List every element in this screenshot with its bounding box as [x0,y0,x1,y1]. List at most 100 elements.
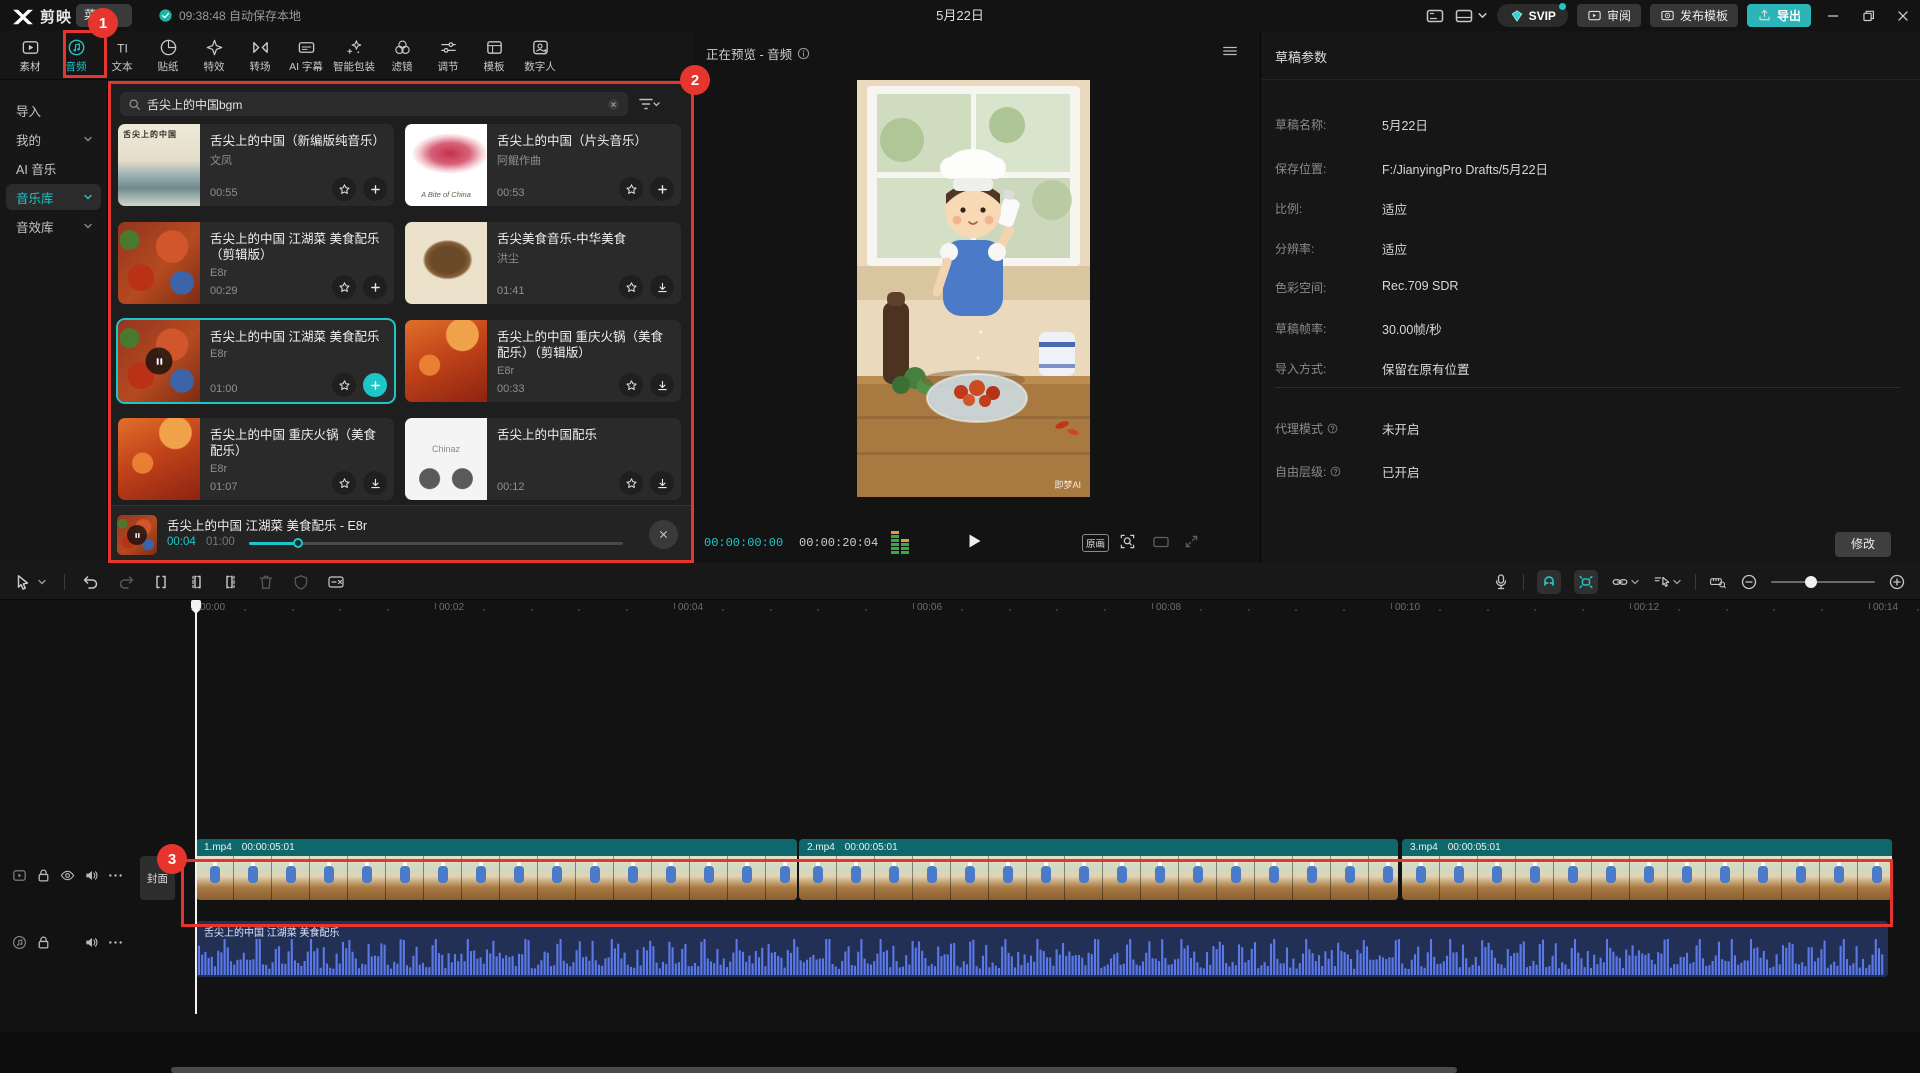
split-icon[interactable] [152,573,170,591]
sidebar-item[interactable]: 导入 [6,97,101,123]
playhead[interactable] [195,600,197,1014]
aspect-ratio-icon[interactable] [1152,535,1170,549]
music-card[interactable]: 舌尖上的中国舌尖上的中国（新编版纯音乐）文凤00:55 [118,124,394,206]
favorite-button[interactable] [332,177,356,201]
add-to-track-button[interactable] [363,373,387,397]
chevron-down-icon[interactable] [37,577,47,587]
mute-icon[interactable] [84,935,99,950]
video-clip[interactable]: 1.mp400:00:05:01 [196,839,797,900]
favorite-button[interactable] [619,177,643,201]
review-button[interactable]: 审阅 [1577,4,1641,27]
ribbon-tab-effects[interactable]: 特效 [192,33,236,79]
help-icon[interactable] [1327,423,1338,434]
more-icon[interactable] [108,935,123,950]
sidebar-item[interactable]: AI 音乐 [6,155,101,181]
player-progress-knob[interactable] [293,538,303,548]
mute-icon[interactable] [84,868,99,883]
search-clear-icon[interactable] [607,98,620,111]
preview-menu-icon[interactable] [1222,44,1238,58]
redo-icon[interactable] [117,573,135,591]
export-button[interactable]: 导出 [1747,4,1811,27]
music-card[interactable]: 舌尖上的中国 江湖菜 美食配乐E8r01:00 [118,320,394,402]
maximize-button[interactable] [1855,3,1881,29]
music-card[interactable]: 舌尖上的中国 江湖菜 美食配乐（剪辑版）E8r00:29 [118,222,394,304]
ribbon-tab-transition[interactable]: 转场 [238,33,282,79]
sidebar-item[interactable]: 我的 [6,126,101,152]
music-card[interactable]: A Bite of China舌尖上的中国（片头音乐）阿鲲作曲00:53 [405,124,681,206]
close-window-button[interactable] [1890,3,1916,29]
pause-icon[interactable] [146,348,173,375]
delete-icon[interactable] [257,573,275,591]
link-clips-icon[interactable] [1611,573,1629,591]
select-tool-icon[interactable] [14,573,32,591]
preview-focus-icon[interactable] [1119,533,1136,550]
download-button[interactable] [650,275,674,299]
horizontal-scrollbar[interactable] [171,1067,1457,1073]
player-progress-slider[interactable] [249,542,623,545]
timeline-zoom-slider[interactable] [1771,581,1875,583]
more-icon[interactable] [108,868,123,883]
favorite-button[interactable] [332,373,356,397]
search-input[interactable] [147,97,601,111]
download-button[interactable] [650,471,674,495]
lock-icon[interactable] [36,868,51,883]
zoom-in-icon[interactable] [1888,573,1906,591]
ribbon-tab-filter[interactable]: 滤镜 [380,33,424,79]
music-card[interactable]: Chinaz舌尖上的中国配乐00:12 [405,418,681,500]
add-to-track-button[interactable] [363,177,387,201]
sidebar-item[interactable]: 音乐库 [6,184,101,210]
linked-select-icon[interactable] [1653,573,1671,591]
record-voiceover-icon[interactable] [1492,573,1510,591]
pause-icon[interactable] [127,525,147,545]
ribbon-tab-text[interactable]: TI文本 [100,33,144,79]
fit-timeline-icon[interactable] [1709,573,1727,591]
modify-button[interactable]: 修改 [1835,532,1891,557]
ribbon-tab-avatar[interactable]: 数字人 [518,33,562,79]
chevron-down-icon[interactable] [1477,10,1488,21]
clear-caption-icon[interactable] [327,573,345,591]
chevron-down-icon[interactable] [1672,577,1682,587]
visibility-icon[interactable] [60,868,75,883]
favorite-button[interactable] [619,471,643,495]
chevron-down-icon[interactable] [1630,577,1640,587]
draft-tab[interactable]: 菜 [76,4,132,27]
music-card[interactable]: 舌尖美食音乐-中华美食洪尘01:41 [405,222,681,304]
video-clip[interactable]: 3.mp400:00:05:01 [1402,839,1892,900]
split-keep-right-icon[interactable] [222,573,240,591]
ribbon-tab-caption[interactable]: AI 字幕 [284,33,328,79]
video-clip[interactable]: 2.mp400:00:05:01 [799,839,1398,900]
add-to-track-button[interactable] [363,275,387,299]
timeline-zoom-knob[interactable] [1805,576,1817,588]
timeline-ruler[interactable]: 00:0000:0200:0400:0600:0800:1000:1200:14 [0,600,1920,618]
lock-icon[interactable] [36,935,51,950]
mask-icon[interactable] [292,573,310,591]
favorite-button[interactable] [332,471,356,495]
split-keep-left-icon[interactable] [187,573,205,591]
ribbon-tab-sticker[interactable]: 贴纸 [146,33,190,79]
search-box[interactable] [120,92,628,116]
music-card[interactable]: 舌尖上的中国 重庆火锅（美食配乐）E8r01:07 [118,418,394,500]
info-icon[interactable] [797,47,810,60]
player-thumbnail[interactable] [117,515,157,555]
cover-button[interactable]: 封面 [140,856,175,900]
ribbon-tab-adjust[interactable]: 调节 [426,33,470,79]
preview-axis-toggle[interactable] [1574,570,1598,594]
auto-snap-toggle[interactable] [1537,570,1561,594]
undo-icon[interactable] [82,573,100,591]
svip-button[interactable]: SVIP [1497,4,1568,27]
music-card[interactable]: 舌尖上的中国 重庆火锅（美食配乐）（剪辑版）E8r00:33 [405,320,681,402]
sidebar-item[interactable]: 音效库 [6,213,101,239]
publish-template-button[interactable]: 发布模板 [1650,4,1738,27]
layout-panels-icon[interactable] [1454,6,1474,26]
fullscreen-icon[interactable] [1184,534,1199,549]
help-icon[interactable] [1330,466,1341,477]
favorite-button[interactable] [332,275,356,299]
ribbon-tab-audio[interactable]: 音频 [54,33,98,79]
player-close-button[interactable] [649,520,678,549]
layout-adjust-icon[interactable] [1425,6,1445,26]
ribbon-tab-media[interactable]: 素材 [8,33,52,79]
ribbon-tab-smartpack[interactable]: 智能包装 [330,33,378,79]
ribbon-tab-template[interactable]: 模板 [472,33,516,79]
favorite-button[interactable] [619,275,643,299]
add-to-track-button[interactable] [650,177,674,201]
